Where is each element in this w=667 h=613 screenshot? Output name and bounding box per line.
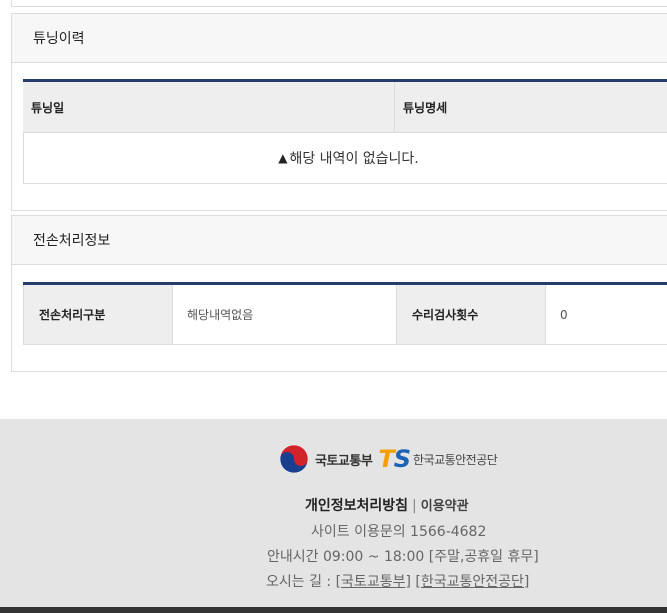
loss-type-value: 해당내역없음 bbox=[173, 285, 397, 344]
empty-message: 해당 내역이 없습니다. bbox=[289, 151, 419, 167]
empty-message-row: ▲ 해당 내역이 없습니다. bbox=[23, 133, 667, 184]
table-header-row: 튜닝일 튜닝명세 bbox=[23, 82, 667, 133]
table-row: 전손처리구분 해당내역없음 수리검사횟수 0 bbox=[23, 285, 667, 345]
column-tuning-detail: 튜닝명세 bbox=[403, 100, 448, 115]
total-loss-table: 전손처리구분 해당내역없음 수리검사횟수 0 bbox=[23, 282, 667, 345]
business-hours: 안내시간 09:00 ~ 18:00 [주말,공휴일 휴무] bbox=[267, 549, 539, 565]
site-footer: 국토교통부 TS 한국교통안전공단 개인정보처리방침 | 이용약관 사이트 이용문의… bbox=[0, 419, 667, 613]
taegeuk-logo-icon bbox=[279, 444, 309, 474]
separator: | bbox=[412, 498, 417, 514]
repair-count-value: 0 bbox=[560, 307, 568, 322]
agency-name: 한국교통안전공단 bbox=[412, 452, 498, 467]
tuning-history-panel: 튜닝이력 튜닝일 튜닝명세 ▲ 해당 내역이 없습니다. bbox=[11, 13, 667, 211]
footer-bottom-bar bbox=[0, 607, 667, 613]
site-contact: 사이트 이용문의 1566-4682 bbox=[311, 524, 487, 540]
ts-logo: TS bbox=[378, 445, 411, 473]
column-tuning-date: 튜닝일 bbox=[23, 82, 395, 132]
loss-type-label: 전손처리구분 bbox=[24, 285, 173, 344]
total-loss-title: 전손처리정보 bbox=[12, 216, 667, 265]
tuning-history-title: 튜닝이력 bbox=[12, 14, 667, 63]
repair-count-label: 수리검사횟수 bbox=[397, 285, 546, 344]
warning-icon: ▲ bbox=[278, 151, 288, 165]
footer-logos: 국토교통부 TS 한국교통안전공단 bbox=[279, 443, 498, 475]
tuning-history-table: 튜닝일 튜닝명세 ▲ 해당 내역이 없습니다. bbox=[23, 79, 667, 184]
previous-panel-edge bbox=[11, 0, 667, 7]
total-loss-panel: 전손처리정보 전손처리구분 해당내역없음 수리검사횟수 0 bbox=[11, 215, 667, 372]
directions-agency-link[interactable]: [한국교통안전공단] bbox=[415, 571, 529, 591]
terms-link[interactable]: 이용약관 bbox=[421, 495, 469, 514]
directions-label: 오시는 길 : bbox=[266, 574, 332, 590]
privacy-policy-link[interactable]: 개인정보처리방침 bbox=[305, 495, 408, 515]
directions-ministry-link[interactable]: [국토교통부] bbox=[336, 571, 411, 591]
ministry-name: 국토교통부 bbox=[315, 453, 373, 469]
